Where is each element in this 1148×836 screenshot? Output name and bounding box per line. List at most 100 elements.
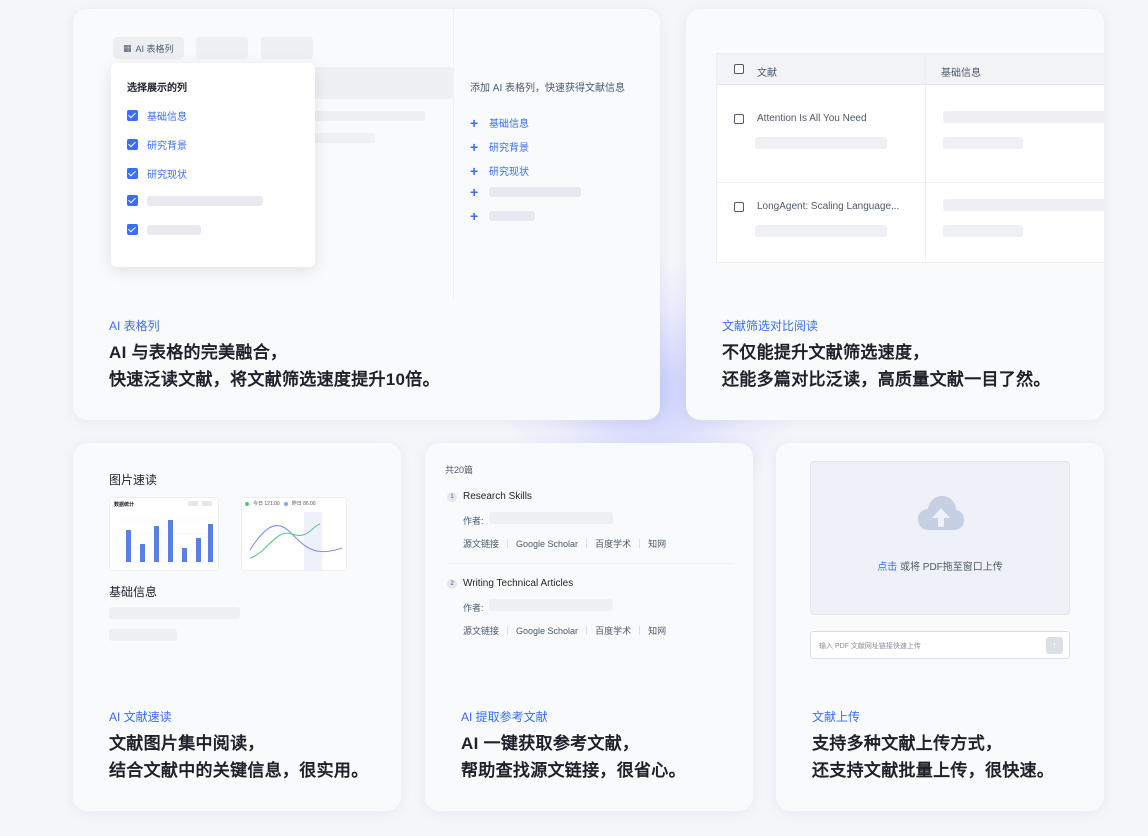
card-headline: 快速泛读文献，将文献筛选速度提升10倍。 [109,370,440,389]
checkbox-checked-icon[interactable] [127,195,138,206]
table-header: 文献 基础信息 [717,54,1104,85]
source-link[interactable]: 源文链接 [463,624,499,637]
placeholder-line [943,225,1023,237]
bar-chart-thumbnail[interactable]: 数据统计 [109,497,219,571]
card-headline: 结合文献中的关键信息，很实用。 [109,761,369,780]
card-tag: AI 表格列 [109,319,160,333]
plus-icon: + [470,208,479,224]
card-headline: AI 一键获取参考文献， [461,734,640,753]
plus-icon: + [470,114,479,131]
link-separator [639,539,641,548]
select-all-checkbox[interactable] [734,64,744,74]
google-scholar-link[interactable]: Google Scholar [516,539,578,549]
option-label: 研究现状 [147,170,187,181]
card-tag: AI 文献速读 [109,710,172,724]
baidu-scholar-link[interactable]: 百度学术 [595,624,631,637]
card-headline: 不仅能提升文献筛选速度， [722,343,930,362]
placeholder-line [489,187,581,197]
toolbar-button-label: AI 表格列 [135,43,174,54]
plus-icon: + [470,184,479,200]
column-header-document: 文献 [757,68,777,79]
upload-drop-zone[interactable]: 点击 或将 PDF拖至窗口上传 [810,461,1070,615]
card-tag: AI 提取参考文献 [461,710,548,724]
checkbox-checked-icon[interactable] [127,110,138,121]
cnki-link[interactable]: 知网 [648,537,666,550]
column-option-basic[interactable]: 基础信息 [127,108,187,123]
checkbox-checked-icon[interactable] [127,168,138,179]
table-row-title[interactable]: Attention Is All You Need [757,113,867,124]
baidu-scholar-link[interactable]: 百度学术 [595,537,631,550]
placeholder-line [489,512,613,524]
cnki-link[interactable]: 知网 [648,624,666,637]
add-item-label: 基础信息 [489,119,529,130]
feature-card-upload: 点击 或将 PDF拖至窗口上传 输入 PDF 文献网址链接快速上传 ↑ 文献上传… [776,443,1104,811]
section-label-images: 图片速读 [109,473,158,487]
card-headline: 文献图片集中阅读， [109,734,265,753]
link-separator [586,626,588,635]
column-option-status[interactable]: 研究现状 [127,166,187,181]
placeholder-line [109,607,240,619]
url-upload-input[interactable]: 输入 PDF 文献网址链接快速上传 ↑ [810,631,1070,659]
cloud-upload-icon [918,496,964,530]
placeholder-line [755,137,887,149]
placeholder-line [109,629,177,641]
ai-table-column-button[interactable]: ▦ AI 表格列 [113,37,184,59]
option-label: 研究背景 [147,141,187,152]
table-row-title[interactable]: LongAgent: Scaling Language... [757,201,899,212]
feature-card-quick-read: 图片速读 数据统计 今日 121.00 昨日 86.00 基础信息 AI 文献速… [73,443,401,811]
column-option-placeholder[interactable] [127,224,201,235]
placeholder-line [489,211,535,221]
checkbox-checked-icon[interactable] [127,224,138,235]
reference-title[interactable]: Research Skills [463,491,532,502]
add-column-placeholder[interactable]: + [470,184,581,200]
add-column-basic[interactable]: + 基础信息 [470,114,529,131]
card-headline: AI 与表格的完美融合， [109,343,288,362]
add-item-label: 研究现状 [489,167,529,178]
placeholder-line [313,133,375,143]
placeholder-line [943,111,1104,123]
column-option-background[interactable]: 研究背景 [127,137,187,152]
reference-divider [447,563,731,564]
add-column-background[interactable]: + 研究背景 [470,138,529,155]
placeholder-line [943,137,1023,149]
checkbox-checked-icon[interactable] [127,139,138,150]
plus-icon: + [470,138,479,155]
card-tag: 文献筛选对比阅读 [722,319,819,333]
column-select-panel: 选择展示的列 基础信息 研究背景 研究现状 [111,63,315,267]
column-option-placeholder[interactable] [127,195,263,206]
upload-instructions: 点击 或将 PDF拖至窗口上传 [811,558,1069,573]
link-separator [507,626,509,635]
link-separator [639,626,641,635]
card-headline: 帮助查找源文链接，很省心。 [461,761,686,780]
section-label-basic: 基础信息 [109,585,158,599]
table-icon: ▦ [123,42,132,53]
card-tag: 文献上传 [812,710,861,724]
row-divider [717,182,1104,183]
row-checkbox[interactable] [734,202,744,212]
add-item-label: 研究背景 [489,143,529,154]
placeholder-line [755,225,887,237]
reference-links: 源文链接 Google Scholar 百度学术 知网 [463,624,666,637]
feature-card-compare: 文献 基础信息 Attention Is All You Need LongAg… [686,9,1104,420]
placeholder-line [489,599,613,611]
add-column-status[interactable]: + 研究现状 [470,163,529,179]
column-divider [925,54,926,262]
panel-title: 选择展示的列 [127,83,187,94]
add-column-placeholder[interactable]: + [470,208,535,224]
placeholder-line [147,224,201,235]
upload-arrow-icon[interactable]: ↑ [1046,637,1063,654]
url-input-placeholder: 输入 PDF 文献网址链接快速上传 [819,643,921,650]
add-column-title: 添加 AI 表格列，快速获得文献信息 [470,83,626,94]
google-scholar-link[interactable]: Google Scholar [516,626,578,636]
link-separator [507,539,509,548]
click-upload-link[interactable]: 点击 [877,562,897,573]
feature-card-ai-table: ▦ AI 表格列 选择展示的列 基础信息 研究背景 研究现状 添加 AI 表格列… [73,9,660,420]
source-link[interactable]: 源文链接 [463,537,499,550]
reference-title[interactable]: Writing Technical Articles [463,578,573,589]
placeholder-block [196,37,248,59]
row-checkbox[interactable] [734,114,744,124]
column-header-basic: 基础信息 [941,68,981,79]
add-column-panel: 添加 AI 表格列，快速获得文献信息 + 基础信息 + 研究背景 + 研究现状 + + [453,9,660,299]
reference-links: 源文链接 Google Scholar 百度学术 知网 [463,537,666,550]
line-chart-thumbnail[interactable]: 今日 121.00 昨日 86.00 [241,497,347,571]
